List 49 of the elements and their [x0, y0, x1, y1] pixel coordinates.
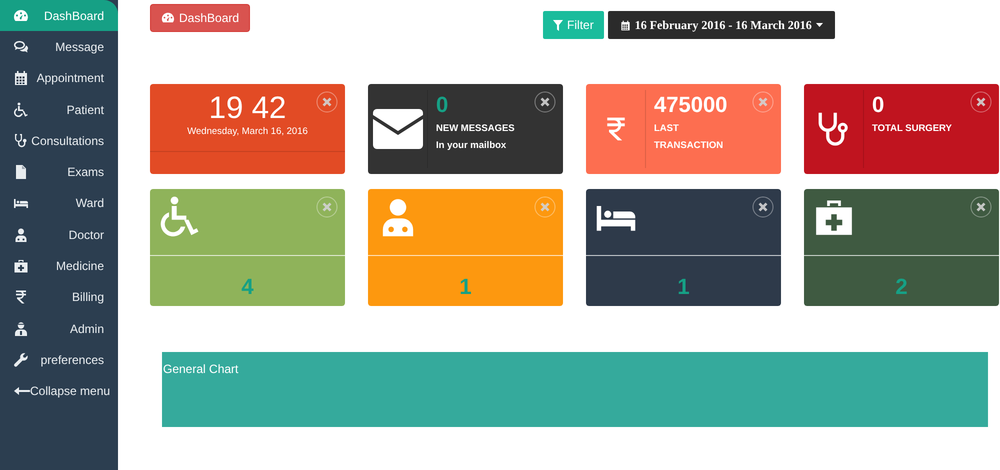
stethoscope-icon [13, 132, 29, 149]
calendar-icon [13, 70, 29, 86]
count-value: 2 [894, 273, 909, 301]
arrow-left-icon [14, 386, 30, 396]
close-icon[interactable] [970, 196, 992, 218]
gauge-icon [13, 8, 29, 24]
count-value: 4 [240, 273, 255, 301]
count-value: 1 [458, 273, 473, 301]
clock-time: 19 42 [208, 91, 286, 125]
collapse-menu-link[interactable]: Collapse menu [0, 376, 118, 407]
sidebar-item[interactable]: Doctor [0, 219, 118, 250]
filter-icon [553, 20, 564, 30]
medical-kit-icon [13, 258, 29, 274]
wrench-icon [13, 352, 29, 368]
stat-value: 0 [436, 92, 450, 118]
sidebar-item[interactable]: Consultations [0, 125, 118, 156]
sidebar-item[interactable]: Medicine [0, 250, 118, 282]
sidebar-item[interactable]: Billing [0, 282, 118, 313]
stat-label: TOTAL SURGERY [872, 122, 952, 136]
count-value: 1 [676, 273, 691, 301]
close-icon[interactable] [534, 91, 556, 113]
calendar-icon [620, 20, 631, 30]
sidebar-item[interactable]: Ward [0, 188, 118, 220]
date-range-button[interactable]: 16 February 2016 - 16 March 2016 [608, 11, 835, 39]
stat-label: NEW MESSAGES [436, 122, 515, 136]
sidebar-item[interactable]: Appointment [0, 62, 118, 94]
dashboard-button[interactable]: DashBoard [150, 4, 250, 32]
close-icon[interactable] [970, 91, 992, 113]
sidebar-item[interactable]: preferences [0, 344, 118, 376]
file-icon [13, 164, 29, 180]
admin-icon [13, 320, 29, 337]
stat-label: LAST TRANSACTION [654, 122, 724, 153]
sidebar-item[interactable]: Patient [0, 94, 118, 126]
gauge-icon [161, 11, 175, 25]
wheelchair-icon [13, 102, 29, 118]
clock-date: Wednesday, March 16, 2016 [186, 125, 309, 139]
chart-title: General Chart [163, 361, 240, 378]
rupee-icon [13, 289, 29, 306]
stat-sublabel: In your mailbox [436, 139, 508, 153]
close-icon[interactable] [752, 196, 774, 218]
doctor-icon [13, 226, 29, 243]
caret-icon [816, 23, 823, 27]
stat-value: 0 [872, 92, 886, 118]
chat-icon [13, 38, 29, 55]
envelope-icon [372, 109, 422, 149]
stat-value: 475000 [654, 92, 728, 118]
sidebar-item[interactable]: Message [0, 31, 118, 63]
sidebar-item[interactable]: Exams [0, 156, 118, 188]
sidebar-item[interactable]: Admin [0, 312, 118, 344]
